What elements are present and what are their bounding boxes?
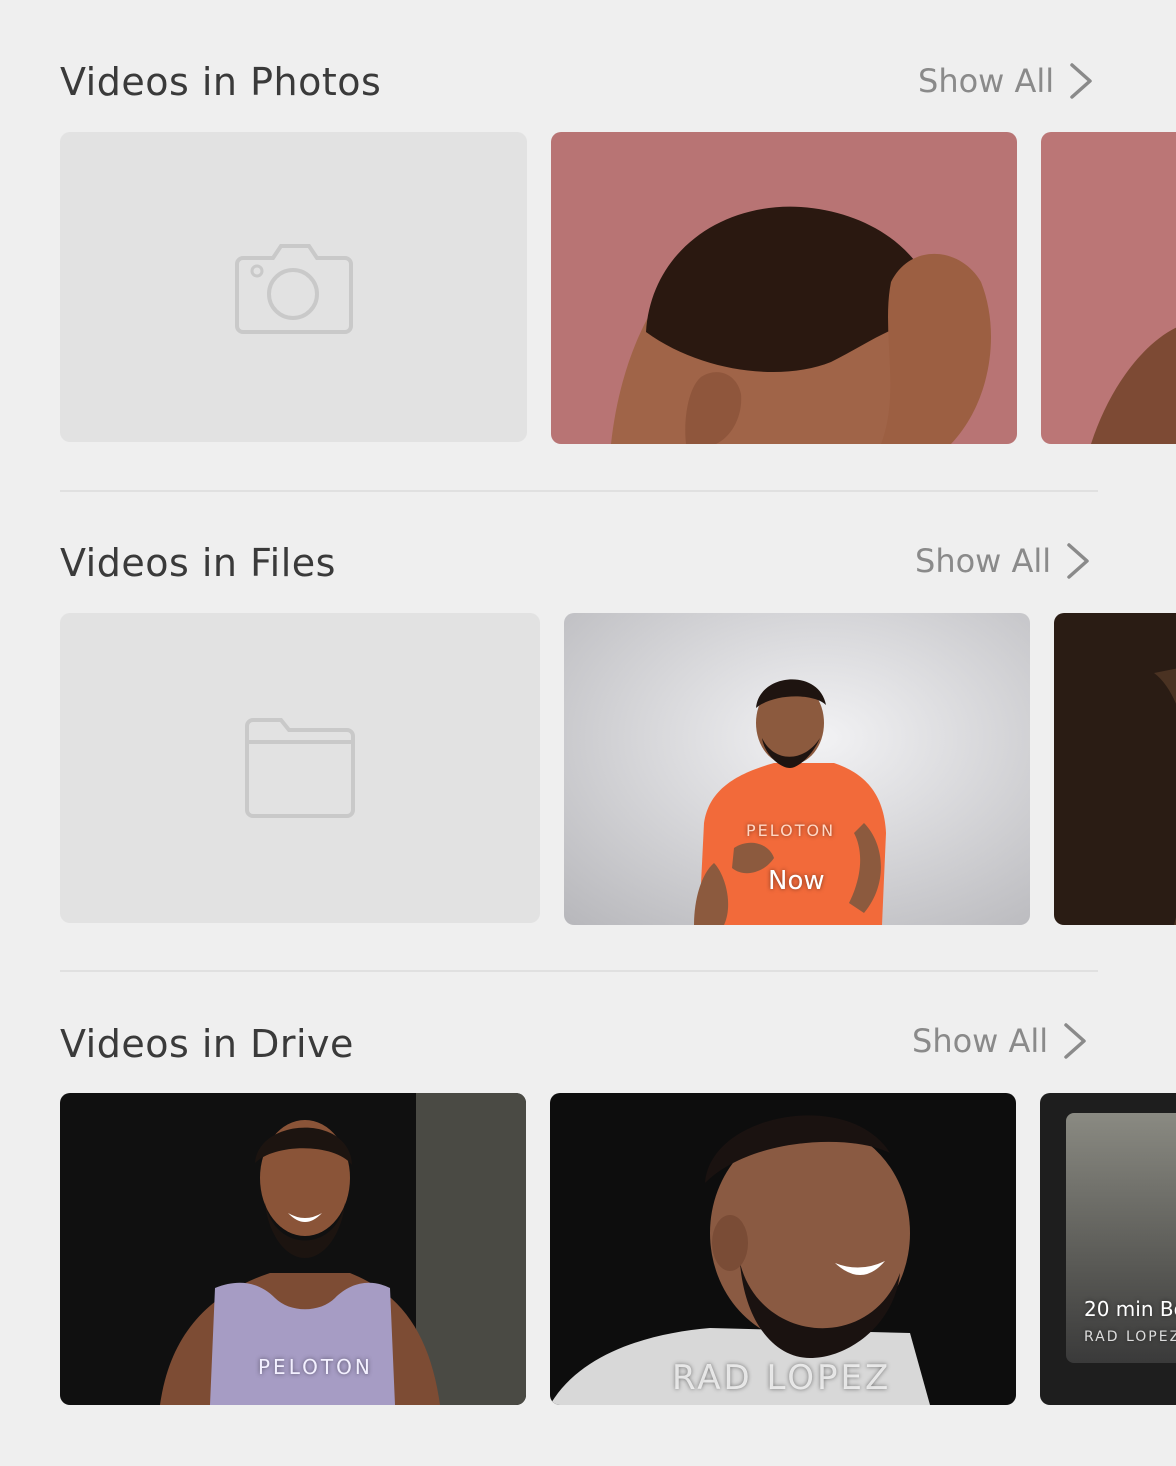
video-caption: Now	[768, 866, 825, 896]
drive-video-tile-2[interactable]: RAD LOPEZ	[550, 1093, 1016, 1405]
show-all-label: Show All	[912, 1022, 1049, 1060]
files-video-tile-2[interactable]	[1054, 613, 1176, 925]
drive-video-tile-1[interactable]: PELOTON	[60, 1093, 526, 1405]
photos-video-tile-1[interactable]	[551, 132, 1017, 444]
folder-icon	[245, 718, 355, 818]
section-title: Videos in Photos	[60, 60, 382, 104]
files-video-tile-1[interactable]: PELOTON Now	[564, 613, 1030, 925]
class-instructor: RAD LOPEZ	[1084, 1329, 1176, 1345]
show-all-label: Show All	[918, 62, 1055, 100]
section-title: Videos in Files	[60, 541, 336, 585]
camera-icon	[234, 244, 353, 334]
files-placeholder-tile[interactable]	[60, 613, 540, 923]
drive-video-tile-3[interactable]: 20 min Bo RAD LOPEZ	[1040, 1093, 1176, 1405]
show-all-files-button[interactable]: Show All	[915, 542, 1091, 580]
show-all-drive-button[interactable]: Show All	[912, 1022, 1088, 1060]
video-thumbnail	[1041, 132, 1176, 444]
section-title: Videos in Drive	[60, 1022, 354, 1066]
section-divider	[60, 970, 1098, 972]
video-thumbnail	[551, 132, 1017, 444]
class-card	[1066, 1113, 1176, 1363]
photos-video-tile-2[interactable]	[1041, 132, 1176, 444]
video-caption: RAD LOPEZ	[672, 1358, 892, 1398]
class-title: 20 min Bo	[1084, 1297, 1176, 1321]
show-all-photos-button[interactable]: Show All	[918, 62, 1094, 100]
section-divider	[60, 490, 1098, 492]
video-thumbnail	[1054, 613, 1176, 925]
video-browser: Videos in Photos Show All Videos in File…	[0, 0, 1176, 1466]
show-all-label: Show All	[915, 542, 1052, 580]
chevron-right-icon	[1064, 1023, 1086, 1059]
chevron-right-icon	[1070, 63, 1092, 99]
shirt-logo-text: PELOTON	[258, 1355, 373, 1379]
shirt-logo-text: PELOTON	[746, 821, 836, 840]
chevron-right-icon	[1067, 543, 1089, 579]
photos-placeholder-tile[interactable]	[60, 132, 527, 442]
